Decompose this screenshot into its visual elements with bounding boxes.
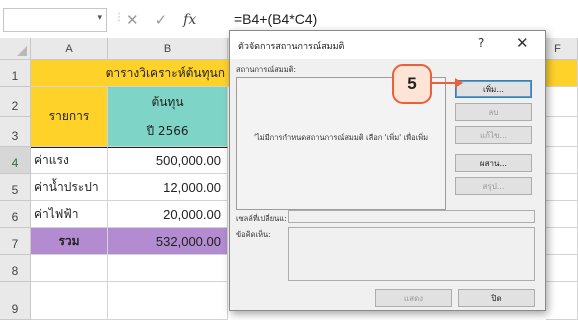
name-box[interactable]: ▾ — [3, 8, 107, 32]
header-year-label: ปี 2566 — [146, 124, 189, 138]
item-label-cell[interactable]: ค่าแรง — [31, 147, 108, 174]
empty-cell[interactable] — [546, 174, 578, 201]
header-cost-label: ต้นทุน — [151, 94, 184, 109]
header-item-cell[interactable]: รายการ — [31, 87, 108, 147]
empty-cell[interactable] — [546, 87, 578, 117]
check-icon[interactable]: ✓ — [155, 11, 168, 29]
formula-bar-separator: ⋮ — [114, 12, 124, 23]
column-header-a[interactable]: A — [31, 38, 108, 60]
item-value-cell[interactable]: 12,000.00 — [108, 174, 228, 201]
comment-field — [288, 227, 535, 281]
select-all-corner[interactable] — [0, 38, 31, 60]
item-value-cell[interactable]: 20,000.00 — [108, 201, 228, 228]
help-icon[interactable]: ? — [478, 36, 484, 50]
show-button[interactable]: แสดง — [375, 289, 452, 307]
empty-cell[interactable] — [108, 282, 228, 320]
changing-cells-field — [288, 210, 535, 223]
dialog-title: ตัวจัดการสถานการณ์สมมติ — [238, 42, 345, 52]
row-header-9[interactable]: 9 — [0, 282, 31, 320]
delete-scenario-button[interactable]: ลบ — [455, 103, 532, 121]
empty-cell[interactable] — [546, 201, 578, 228]
function-icon[interactable]: fx — [183, 12, 196, 28]
row-header-3[interactable]: 3 — [0, 117, 31, 147]
row-header-7[interactable]: 7 — [0, 228, 31, 255]
empty-cell[interactable] — [546, 282, 578, 320]
row-header-2[interactable]: 2 — [0, 87, 31, 117]
scenarios-label: สถานการณ์สมมติ: — [236, 65, 297, 74]
header-year-cell[interactable]: ปี 2566 — [108, 117, 228, 147]
changing-cells-label: เซลล์ที่เปลี่ยนแ: — [236, 214, 287, 223]
item-label-cell[interactable]: ค่าน้ำประปา — [31, 174, 108, 201]
arrow-right-icon — [455, 78, 463, 88]
empty-cell[interactable] — [546, 228, 578, 255]
item-label-cell[interactable]: ค่าไฟฟ้า — [31, 201, 108, 228]
empty-cell[interactable] — [546, 117, 578, 147]
empty-scenarios-message: 'ไม่มีการกำหนดสถานการณ์สมมติ เลือก 'เพิ่… — [253, 133, 429, 142]
row-header-6[interactable]: 6 — [0, 201, 31, 228]
empty-cell[interactable] — [108, 255, 228, 282]
formula-input[interactable]: =B4+(B4*C4) — [228, 8, 578, 32]
row-header-5[interactable]: 5 — [0, 174, 31, 201]
step-badge: 5 — [392, 64, 432, 104]
scenario-manager-dialog: ตัวจัดการสถานการณ์สมมติ ? ✕ สถานการณ์สมม… — [229, 30, 546, 311]
empty-cell[interactable] — [31, 255, 108, 282]
total-value-cell[interactable]: 532,000.00 — [108, 228, 228, 255]
empty-cell[interactable] — [31, 282, 108, 320]
close-button[interactable]: ปิด — [458, 289, 535, 307]
formula-bar-icons: ✕ ✓ fx — [126, 7, 196, 33]
merge-scenarios-button[interactable]: ผสาน... — [455, 154, 532, 172]
empty-cell[interactable] — [546, 255, 578, 282]
edit-scenario-button[interactable]: แก้ไข... — [455, 126, 532, 144]
item-value-cell[interactable]: 500,000.00 — [108, 147, 228, 174]
sheet-title: ตารางวิเคราะห์ต้นทุนก — [105, 65, 225, 80]
close-icon[interactable]: ✕ — [516, 34, 529, 52]
header-item-label: รายการ — [48, 109, 90, 123]
add-scenario-button[interactable]: เพิ่ม... — [455, 80, 532, 98]
dialog-titlebar[interactable]: ตัวจัดการสถานการณ์สมมติ ? ✕ — [230, 31, 545, 59]
total-label-cell[interactable]: รวม — [31, 228, 108, 255]
header-cost-cell[interactable]: ต้นทุน — [108, 87, 228, 117]
summary-button[interactable]: สรุป... — [455, 177, 532, 195]
row-header-4[interactable]: 4 — [0, 147, 31, 174]
row-header-1[interactable]: 1 — [0, 60, 31, 87]
close-icon[interactable]: ✕ — [126, 11, 139, 29]
row-header-8[interactable]: 8 — [0, 255, 31, 282]
comment-label: ข้อคิดเห็น: — [236, 230, 271, 239]
chevron-down-icon[interactable]: ▾ — [97, 13, 102, 23]
column-header-b[interactable]: B — [108, 38, 228, 60]
empty-cell[interactable] — [546, 147, 578, 174]
